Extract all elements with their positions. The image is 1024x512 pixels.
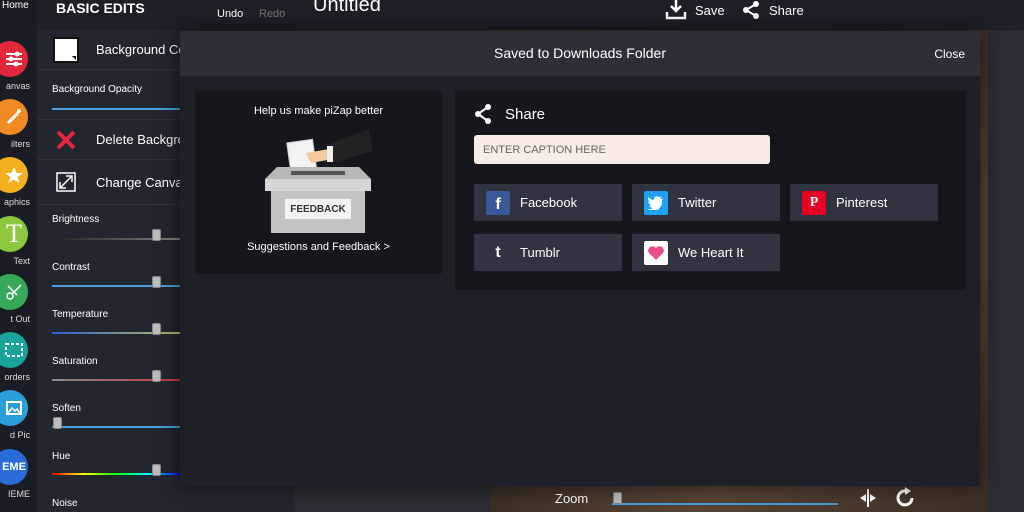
frame-icon: [5, 343, 23, 357]
soften-thumb[interactable]: [53, 417, 62, 429]
redo-label: Redo: [259, 8, 286, 20]
borders-tool-button[interactable]: [0, 332, 28, 368]
meme-tool-button[interactable]: EME: [0, 449, 28, 485]
heart-icon: [644, 240, 668, 265]
saturation-label: Saturation: [52, 356, 98, 367]
saved-dialog: Saved to Downloads Folder Close Help us …: [180, 31, 980, 486]
tool-rail: Home anvas ilters aphics T Text t Out or…: [0, 0, 37, 512]
top-bar: Untitled Save Share: [295, 0, 1024, 30]
facebook-label: Facebook: [520, 195, 578, 210]
soften-label: Soften: [52, 403, 81, 414]
document-title[interactable]: Untitled: [313, 0, 381, 17]
temperature-label: Temperature: [52, 309, 109, 320]
tumblr-share-button[interactable]: t Tumblr: [474, 234, 622, 271]
pinterest-icon: P: [802, 190, 826, 215]
pinterest-label: Pinterest: [836, 195, 888, 210]
hue-thumb[interactable]: [152, 464, 161, 476]
twitter-label: Twitter: [678, 195, 717, 210]
change-canvas-label: Change Canva: [96, 174, 183, 190]
text-tool-button[interactable]: T: [0, 216, 28, 252]
twitter-share-button[interactable]: Twitter: [632, 184, 780, 221]
resize-icon: [51, 167, 81, 197]
star-icon: [5, 167, 23, 183]
add-pic-tool-label: d Pic: [9, 430, 30, 440]
photo-icon: [6, 401, 22, 415]
save-button[interactable]: Save: [665, 0, 725, 20]
meme-tool-label: IEME: [7, 489, 30, 499]
brightness-thumb[interactable]: [152, 229, 161, 241]
undo-label: Undo: [217, 8, 244, 20]
we-heart-it-label: We Heart It: [678, 245, 744, 260]
rotate-icon[interactable]: [895, 487, 917, 509]
saturation-thumb[interactable]: [152, 370, 161, 382]
download-icon: [665, 0, 687, 20]
caption-input[interactable]: [474, 135, 770, 164]
save-label: Save: [695, 2, 725, 18]
share-heading-label: Share: [505, 105, 546, 123]
share-label: Share: [769, 2, 804, 18]
twitter-icon: [644, 190, 668, 215]
canvas-tool-button[interactable]: [0, 41, 28, 77]
text-t-icon: T: [6, 219, 22, 248]
background-color-label: Background Co: [96, 42, 186, 57]
dialog-title: Saved to Downloads Folder: [494, 45, 666, 61]
sliders-icon: [6, 51, 22, 67]
feedback-panel: Help us make piZap better FEEDBACK Sugge…: [195, 91, 442, 274]
magic-wand-icon: [6, 109, 21, 125]
graphics-tool-label: aphics: [3, 197, 30, 207]
meme-icon: EME: [2, 461, 26, 473]
contrast-label: Contrast: [52, 262, 90, 273]
delete-background-label: Delete Backgro: [96, 132, 185, 147]
panel-header: BASIC EDITS Undo Redo: [37, 0, 295, 30]
panel-title: BASIC EDITS: [56, 0, 145, 16]
delete-x-icon: [51, 125, 81, 155]
suggestions-feedback-link[interactable]: Suggestions and Feedback >: [195, 241, 442, 253]
close-button[interactable]: Close: [934, 47, 965, 61]
pinterest-share-button[interactable]: P Pinterest: [790, 184, 938, 221]
add-pic-tool-button[interactable]: [0, 390, 28, 426]
undo-button[interactable]: Undo: [217, 8, 243, 20]
we-heart-it-share-button[interactable]: We Heart It: [632, 234, 780, 271]
ballot-box-icon[interactable]: FEEDBACK: [261, 129, 376, 234]
share-heading: Share: [473, 103, 545, 125]
scissors-icon: [6, 284, 22, 300]
cutout-tool-button[interactable]: [0, 274, 28, 310]
zoom-slider[interactable]: [612, 503, 838, 505]
brightness-label: Brightness: [52, 214, 100, 225]
noise-label: Noise: [52, 498, 78, 509]
share-panel: Share f Facebook Twitter P Pinterest t T…: [455, 91, 966, 290]
filters-tool-label: ilters: [10, 139, 30, 149]
zoom-label: Zoom: [555, 491, 589, 506]
facebook-share-button[interactable]: f Facebook: [474, 184, 622, 221]
temperature-thumb[interactable]: [152, 323, 161, 335]
dialog-header: Saved to Downloads Folder Close: [180, 31, 980, 76]
zoom-thumb[interactable]: [613, 492, 622, 504]
canvas-tool-label: anvas: [5, 81, 30, 91]
flip-icon[interactable]: [858, 488, 878, 508]
redo-button[interactable]: Redo: [259, 8, 285, 20]
share-button[interactable]: Share: [741, 0, 804, 20]
share-icon: [475, 104, 491, 124]
borders-tool-label: orders: [4, 372, 30, 382]
cutout-tool-label: t Out: [10, 314, 30, 324]
ballot-label: FEEDBACK: [290, 203, 346, 215]
hue-label: Hue: [52, 451, 71, 462]
tumblr-icon: t: [486, 240, 510, 265]
graphics-tool-button[interactable]: [0, 157, 28, 193]
filters-tool-button[interactable]: [0, 99, 28, 135]
share-icon: [743, 1, 759, 19]
background-opacity-label: Background Opacity: [52, 84, 143, 95]
contrast-thumb[interactable]: [152, 276, 161, 288]
feedback-title: Help us make piZap better: [253, 105, 383, 117]
facebook-icon: f: [486, 190, 510, 215]
text-tool-label: Text: [13, 256, 30, 266]
color-swatch-icon: [51, 35, 81, 65]
home-link[interactable]: Home: [0, 0, 37, 11]
tumblr-label: Tumblr: [520, 245, 560, 260]
